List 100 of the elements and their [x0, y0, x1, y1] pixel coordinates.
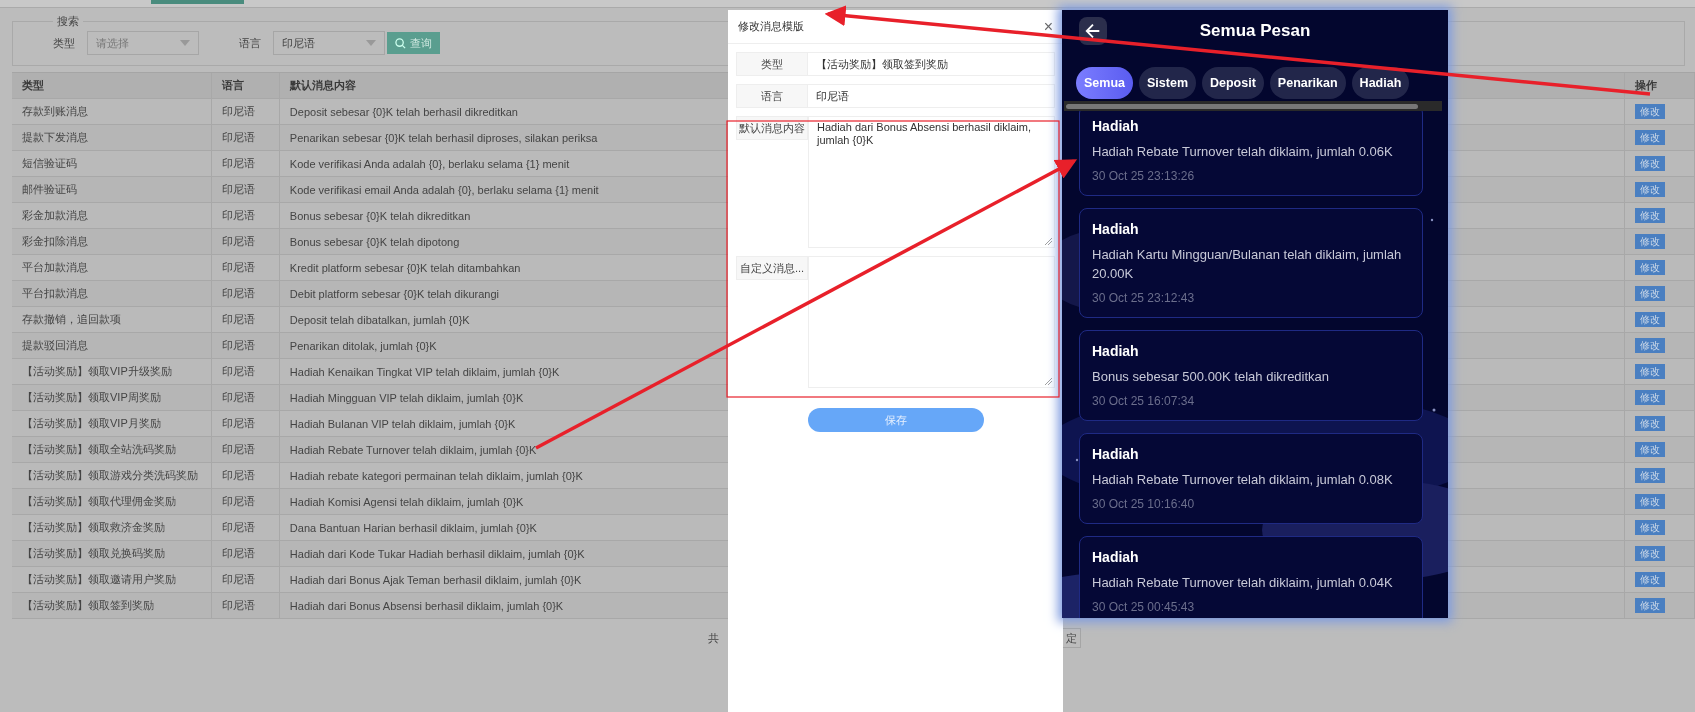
edit-button[interactable]: 修改 — [1635, 598, 1666, 613]
table-cell: 印尼语 — [211, 229, 280, 254]
message-title: Hadiah — [1092, 446, 1140, 462]
table-cell: 印尼语 — [211, 359, 280, 384]
table-cell: 【活动奖励】领取VIP月奖励 — [12, 411, 212, 436]
filter-tab[interactable]: Deposit — [1202, 67, 1264, 99]
edit-button[interactable]: 修改 — [1635, 546, 1666, 561]
edit-button[interactable]: 修改 — [1635, 260, 1666, 275]
table-cell: 印尼语 — [211, 255, 280, 280]
table-cell: 提款下发消息 — [12, 125, 212, 150]
edit-button[interactable]: 修改 — [1635, 312, 1666, 327]
scrollbar[interactable] — [1064, 101, 1442, 111]
field-label: 类型 — [53, 35, 75, 51]
table-cell: 印尼语 — [211, 411, 280, 436]
table-cell: 彩金扣除消息 — [12, 229, 212, 254]
edit-button[interactable]: 修改 — [1635, 364, 1666, 379]
resize-handle-icon[interactable] — [1044, 237, 1052, 245]
edit-button[interactable]: 修改 — [1635, 442, 1666, 457]
table-cell: 【活动奖励】领取兑换码奖励 — [12, 541, 212, 566]
resize-handle-icon[interactable] — [1044, 377, 1052, 385]
message-time: 30 Oct 25 10:16:40 — [1092, 497, 1196, 511]
table-cell: 提款驳回消息 — [12, 333, 212, 358]
table-cell: 【活动奖励】领取代理佣金奖励 — [12, 489, 212, 514]
search-legend: 搜索 — [53, 14, 83, 29]
search-icon — [395, 37, 406, 49]
edit-button[interactable]: 修改 — [1635, 104, 1666, 119]
message-textarea[interactable]: Hadiah dari Bonus Absensi berhasil diklaim, jumlah {0}K — [808, 116, 1055, 248]
column-header: 语言 — [211, 73, 280, 98]
edit-button[interactable]: 修改 — [1635, 156, 1666, 171]
column-header: 类型 — [12, 73, 212, 98]
table-cell: 印尼语 — [211, 281, 280, 306]
table-cell: 印尼语 — [211, 437, 280, 462]
table-cell: 印尼语 — [211, 333, 280, 358]
table-cell: 【活动奖励】领取VIP升级奖励 — [12, 359, 212, 384]
dialog-title: 修改消息模版 — [738, 19, 804, 34]
table-cell: 印尼语 — [211, 151, 280, 176]
table-cell: 印尼语 — [211, 515, 280, 540]
edit-button[interactable]: 修改 — [1635, 182, 1666, 197]
table-cell: 彩金加款消息 — [12, 203, 212, 228]
edit-button[interactable]: 修改 — [1635, 520, 1666, 535]
table-cell: 存款撤销，追回款项 — [12, 307, 212, 332]
caret-icon — [180, 40, 190, 46]
close-button[interactable]: × — [1043, 17, 1053, 36]
table-cell: 平台扣款消息 — [12, 281, 212, 306]
table-cell: 印尼语 — [211, 541, 280, 566]
message-body: Hadiah Rebate Turnover telah diklaim, jumlah 0.04K — [1092, 574, 1394, 592]
table-cell: 印尼语 — [211, 177, 280, 202]
table-cell: 印尼语 — [211, 99, 280, 124]
message-card[interactable]: Hadiah Bonus sebesar 500.00K telah dikreditkan 30 Oct 25 16:07:34 — [1079, 330, 1423, 421]
table-cell: 短信验证码 — [12, 151, 212, 176]
table-cell: 邮件验证码 — [12, 177, 212, 202]
table-cell: 印尼语 — [211, 385, 280, 410]
message-time: 30 Oct 25 23:12:43 — [1092, 291, 1196, 305]
table-cell: 印尼语 — [211, 489, 280, 514]
table-cell: 【活动奖励】领取VIP周奖励 — [12, 385, 212, 410]
search-button[interactable]: 查询 — [387, 32, 440, 54]
form-label: 自定义消息... — [736, 256, 808, 280]
edit-button[interactable]: 修改 — [1635, 572, 1666, 587]
filter-tab[interactable]: Penarikan — [1269, 67, 1346, 99]
message-card[interactable]: Hadiah Hadiah Kartu Mingguan/Bulanan telah diklaim, jumlah 20.00K 30 Oct 25 23:12:43 — [1079, 208, 1423, 318]
message-body: Hadiah Rebate Turnover telah diklaim, jumlah 0.08K — [1092, 471, 1394, 489]
table-cell: 印尼语 — [211, 203, 280, 228]
edit-button[interactable]: 修改 — [1635, 390, 1666, 405]
form-label: 类型 — [736, 52, 808, 76]
message-card[interactable]: Hadiah Hadiah Rebate Turnover telah diklaim, jumlah 0.08K 30 Oct 25 10:16:40 — [1079, 433, 1423, 524]
field-label: 语言 — [239, 35, 261, 51]
table-cell: 印尼语 — [211, 125, 280, 150]
edit-button[interactable]: 修改 — [1635, 468, 1666, 483]
edit-button[interactable]: 修改 — [1635, 416, 1666, 431]
select-field[interactable]: 印尼语 — [273, 31, 385, 55]
edit-button[interactable]: 修改 — [1635, 234, 1666, 249]
table-cell: 【活动奖励】领取救济金奖励 — [12, 515, 212, 540]
form-value: 印尼语 — [808, 84, 1055, 108]
edit-button[interactable]: 修改 — [1635, 338, 1666, 353]
message-card[interactable]: Hadiah Hadiah Rebate Turnover telah diklaim, jumlah 0.04K 30 Oct 25 00:45:43 — [1079, 536, 1423, 618]
table-cell: 印尼语 — [211, 307, 280, 332]
table-cell: 印尼语 — [211, 463, 280, 488]
table-cell: 印尼语 — [211, 593, 280, 618]
table-cell: 【活动奖励】领取签到奖励 — [12, 593, 212, 618]
edit-button[interactable]: 修改 — [1635, 208, 1666, 223]
table-cell: 【活动奖励】领取邀请用户奖励 — [12, 567, 212, 592]
message-time: 30 Oct 25 16:07:34 — [1092, 394, 1196, 408]
table-cell: 【活动奖励】领取全站洗码奖励 — [12, 437, 212, 462]
edit-button[interactable]: 修改 — [1635, 286, 1666, 301]
edit-button[interactable]: 修改 — [1635, 130, 1666, 145]
edit-button[interactable]: 修改 — [1635, 494, 1666, 509]
table-cell: 印尼语 — [211, 567, 280, 592]
message-title: Hadiah — [1092, 549, 1140, 565]
caret-icon — [366, 40, 376, 46]
form-label: 默认消息内容 — [736, 116, 808, 140]
form-value: 【活动奖励】领取签到奖励 — [808, 52, 1055, 76]
pagination-summary: 共 — [708, 630, 720, 646]
message-card[interactable]: Hadiah Hadiah Rebate Turnover telah diklaim, jumlah 0.06K 30 Oct 25 23:13:26 — [1079, 111, 1423, 196]
select-field[interactable]: 请选择 — [87, 31, 199, 55]
save-button[interactable]: 保存 — [807, 408, 984, 432]
message-title: Hadiah — [1092, 343, 1140, 359]
arrow-left-icon — [1084, 22, 1102, 40]
table-cell: 平台加款消息 — [12, 255, 212, 280]
column-header: 操作 — [1625, 73, 1695, 98]
screen-title: Semua Pesan — [1198, 21, 1312, 41]
